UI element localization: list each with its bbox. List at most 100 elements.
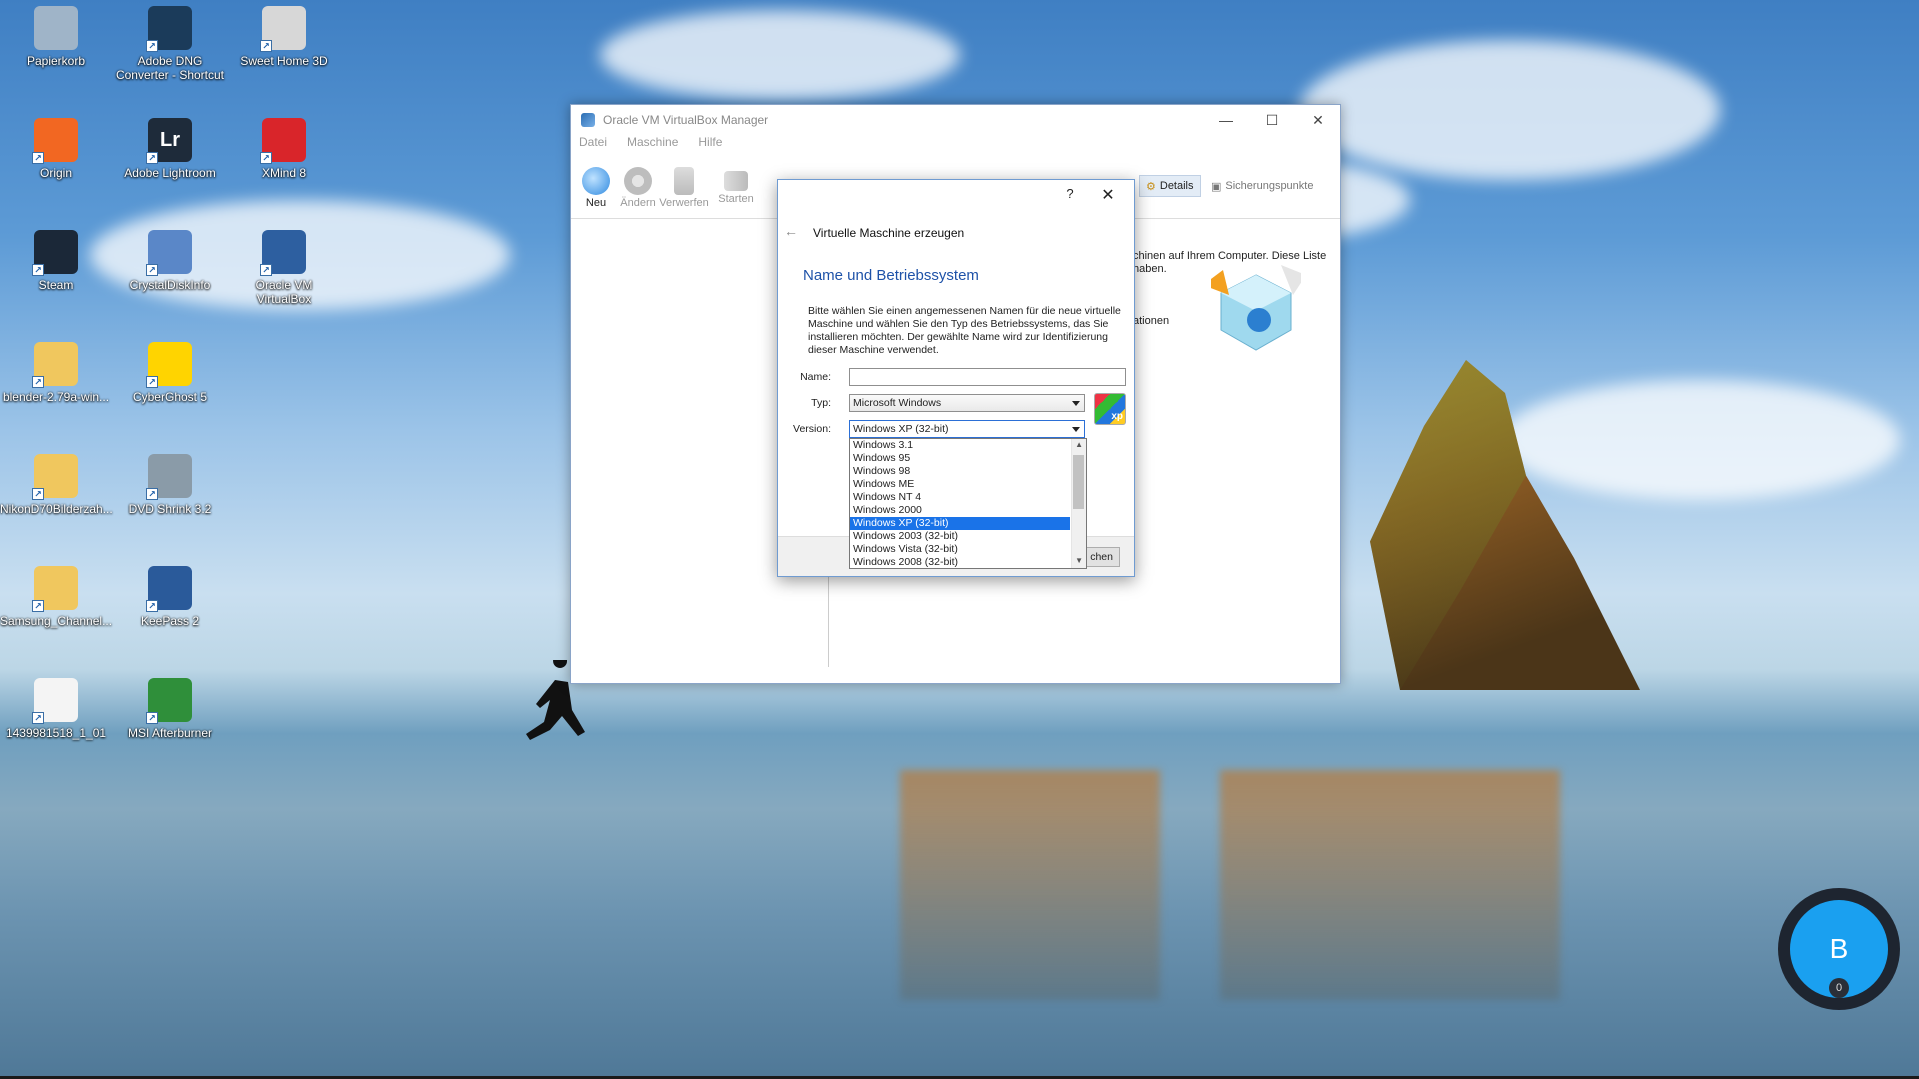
crystaldiskinfo-icon: ↗: [146, 230, 192, 276]
shortcut-arrow-icon: ↗: [32, 152, 44, 164]
shortcut-arrow-icon: ↗: [146, 40, 158, 52]
tab-snapshots[interactable]: ▣ Sicherungspunkte: [1205, 175, 1319, 197]
discard-label: Verwerfen: [659, 197, 709, 209]
version-option[interactable]: Windows 2003 (32-bit): [850, 530, 1070, 543]
desktop-icon[interactable]: Papierkorb: [0, 6, 112, 68]
version-select-value: Windows XP (32-bit): [853, 423, 949, 435]
desktop-icon-label: blender-2.79a-win...: [2, 390, 110, 404]
version-option[interactable]: Windows 95: [850, 452, 1070, 465]
cloud: [1500, 380, 1900, 500]
shortcut-arrow-icon: ↗: [260, 40, 272, 52]
tab-snapshots-label: Sicherungspunkte: [1225, 180, 1314, 192]
shortcut-arrow-icon: ↗: [32, 712, 44, 724]
shortcut-arrow-icon: ↗: [260, 152, 272, 164]
water-reflection: [1220, 770, 1560, 1000]
desktop-icon[interactable]: ↗ MSI Afterburner: [114, 678, 226, 740]
desktop-icon[interactable]: ↗ XMind 8: [228, 118, 340, 180]
desktop-icon[interactable]: ↗ Oracle VM VirtualBox: [228, 230, 340, 306]
arrow-down-icon: [674, 167, 694, 195]
desktop-icon[interactable]: Lr ↗ Adobe Lightroom: [114, 118, 226, 180]
desktop-icon[interactable]: ↗ Origin: [0, 118, 112, 180]
menu-datei[interactable]: Datei: [579, 135, 607, 155]
desktop-icon-label: Samsung_Channel...: [0, 614, 113, 628]
camera-icon: ▣: [1211, 180, 1222, 193]
version-option[interactable]: Windows NT 4: [850, 491, 1070, 504]
water-reflection: [900, 770, 1160, 1000]
scroll-down-icon[interactable]: ▼: [1075, 556, 1083, 565]
desktop-icon-label: DVD Shrink 3.2: [128, 502, 212, 516]
type-label: Typ:: [811, 397, 831, 409]
type-select-value: Microsoft Windows: [853, 397, 942, 409]
settings-button[interactable]: Ändern: [613, 167, 663, 209]
window-title: Oracle VM VirtualBox Manager: [603, 113, 769, 127]
shortcut-arrow-icon: ↗: [146, 264, 158, 276]
maximize-button[interactable]: ☐: [1249, 105, 1295, 135]
desktop-icon-label: CyberGhost 5: [132, 390, 208, 404]
start-label: Starten: [718, 193, 754, 205]
adobe-dng-icon: ↗: [146, 6, 192, 52]
version-label: Version:: [793, 423, 831, 435]
desktop-icon[interactable]: ↗ Sweet Home 3D: [228, 6, 340, 68]
help-button[interactable]: ?: [1060, 186, 1080, 206]
desktop-icon-label: MSI Afterburner: [127, 726, 213, 740]
desktop-icon[interactable]: ↗ NikonD70Bilderzah...: [0, 454, 113, 516]
shortcut-arrow-icon: ↗: [32, 264, 44, 276]
cyberghost-icon: ↗: [146, 342, 192, 388]
version-select[interactable]: Windows XP (32-bit): [849, 420, 1085, 438]
scroll-up-icon[interactable]: ▲: [1075, 440, 1083, 449]
page-heading: Name und Betriebssystem: [803, 267, 979, 284]
type-select[interactable]: Microsoft Windows: [849, 394, 1085, 412]
shortcut-arrow-icon: ↗: [146, 152, 158, 164]
scrollbar[interactable]: ▲ ▼: [1071, 439, 1086, 568]
scrollbar-thumb[interactable]: [1073, 455, 1084, 509]
version-option[interactable]: Windows 2008 (32-bit): [850, 556, 1070, 568]
lightroom-icon: Lr ↗: [146, 118, 192, 164]
menu-bar: Datei Maschine Hilfe: [571, 135, 1340, 155]
start-button[interactable]: Starten: [711, 167, 761, 205]
minimize-button[interactable]: —: [1203, 105, 1249, 135]
desktop-icon[interactable]: ↗ CyberGhost 5: [114, 342, 226, 404]
avatar-letter: B: [1829, 933, 1849, 964]
version-option[interactable]: Windows Vista (32-bit): [850, 543, 1070, 556]
shortcut-arrow-icon: ↗: [146, 488, 158, 500]
version-option[interactable]: Windows XP (32-bit): [850, 517, 1070, 530]
discard-button[interactable]: Verwerfen: [659, 167, 709, 209]
close-dialog-button[interactable]: ✕: [1096, 185, 1120, 207]
version-option[interactable]: Windows 3.1: [850, 439, 1070, 452]
desktop-icon[interactable]: ↗ Adobe DNG Converter - Shortcut: [114, 6, 226, 82]
welcome-line: chinen auf Ihrem Computer. Diese Liste: [1133, 250, 1327, 262]
shortcut-arrow-icon: ↗: [146, 600, 158, 612]
new-label: Neu: [585, 197, 607, 209]
desktop-icon-label: 1439981518_1_01: [5, 726, 107, 740]
desktop-icon[interactable]: ↗ Steam: [0, 230, 112, 292]
version-options: Windows 3.1 Windows 95 Windows 98 Windows M…: [850, 439, 1086, 568]
version-dropdown-list[interactable]: Windows 3.1 Windows 95 Windows 98 Windows M…: [849, 438, 1087, 569]
virtualbox-icon: ↗: [260, 230, 306, 276]
desktop-icon[interactable]: ↗ CrystalDiskInfo: [114, 230, 226, 292]
desktop-icon-label: Steam: [38, 278, 74, 292]
chevron-down-icon: [1072, 401, 1080, 406]
desktop-icon-label: Origin: [39, 166, 72, 180]
name-input[interactable]: [849, 368, 1126, 386]
folder-icon: ↗: [32, 342, 78, 388]
desktop-icon-label: Sweet Home 3D: [240, 54, 328, 68]
close-window-button[interactable]: ✕: [1295, 105, 1341, 135]
version-option[interactable]: Windows 98: [850, 465, 1070, 478]
shortcut-arrow-icon: ↗: [146, 712, 158, 724]
tab-details[interactable]: ⚙ Details: [1139, 175, 1201, 197]
desktop-icon[interactable]: ↗ DVD Shrink 3.2: [114, 454, 226, 516]
version-option[interactable]: Windows 2000: [850, 504, 1070, 517]
chevron-down-icon: [1072, 427, 1080, 432]
desktop-icon[interactable]: ↗ Samsung_Channel...: [0, 566, 112, 628]
shortcut-arrow-icon: ↗: [32, 488, 44, 500]
menu-hilfe[interactable]: Hilfe: [698, 135, 722, 155]
desktop-icon[interactable]: ↗ KeePass 2: [114, 566, 226, 628]
desktop-icon-label: NikonD70Bilderzah...: [0, 502, 113, 516]
menu-maschine[interactable]: Maschine: [627, 135, 678, 155]
desktop-icon[interactable]: ↗ blender-2.79a-win...: [0, 342, 112, 404]
desktop-icon[interactable]: ↗ 1439981518_1_01: [0, 678, 112, 740]
folder-icon: ↗: [32, 566, 78, 612]
back-arrow-icon[interactable]: ←: [784, 223, 798, 239]
version-option[interactable]: Windows ME: [850, 478, 1070, 491]
gear-icon: ⚙: [1146, 180, 1156, 193]
